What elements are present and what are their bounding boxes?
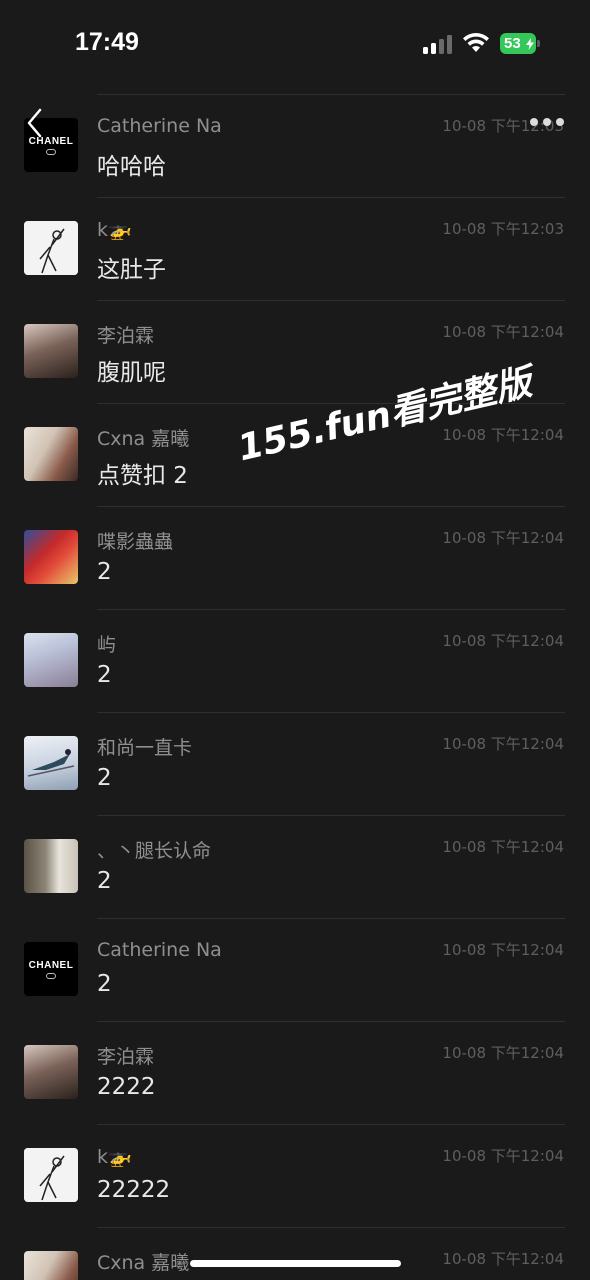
comment-text: 这肚子: [97, 257, 166, 283]
comment-list[interactable]: CHANEL Catherine Na 哈哈哈 10-08 下午12:03 k🚁…: [0, 95, 590, 1280]
comment-row[interactable]: CHANEL Catherine Na 哈哈哈 10-08 下午12:03: [0, 95, 590, 198]
skier-icon: [27, 749, 75, 777]
commenter-name[interactable]: 李泊霖: [97, 321, 154, 348]
back-arrow-icon[interactable]: [24, 107, 46, 139]
commenter-name[interactable]: 喋影蟲蟲: [97, 527, 173, 554]
status-time: 17:49: [75, 28, 139, 56]
comment-time: 10-08 下午12:04: [442, 323, 564, 341]
commenter-name[interactable]: Catherine Na: [97, 939, 222, 961]
comment-text: 2: [97, 765, 112, 791]
comment-time: 10-08 下午12:04: [442, 1147, 564, 1165]
battery-indicator: 53: [500, 33, 540, 54]
comment-list-screen: 17:49 53 CHANEL Catherine Na 哈哈哈 10-08 下…: [0, 0, 590, 1280]
comment-text: 2: [97, 662, 112, 688]
commenter-name[interactable]: 、丶腿长认命: [97, 836, 211, 863]
avatar[interactable]: [24, 1045, 78, 1099]
chanel-cc-icon: [46, 148, 56, 155]
sketch-figure-icon: [24, 1148, 78, 1202]
sketch-figure-icon: [24, 221, 78, 275]
status-bar: 17:49 53: [0, 0, 590, 90]
wifi-icon: [463, 32, 489, 52]
comment-time: 10-08 下午12:04: [442, 1044, 564, 1062]
avatar[interactable]: [24, 633, 78, 687]
avatar[interactable]: [24, 736, 78, 790]
commenter-name[interactable]: 屿: [97, 630, 116, 657]
comment-time: 10-08 下午12:03: [442, 220, 564, 238]
comment-text: 22222: [97, 1177, 171, 1203]
comment-time: 10-08 下午12:04: [442, 941, 564, 959]
comment-row[interactable]: k🚁 这肚子 10-08 下午12:03: [0, 198, 590, 301]
more-options-icon[interactable]: [530, 115, 566, 129]
comment-time: 10-08 下午12:04: [442, 838, 564, 856]
comment-time: 10-08 下午12:04: [442, 426, 564, 444]
avatar[interactable]: [24, 530, 78, 584]
comment-text: 2: [97, 971, 112, 997]
comment-time: 10-08 下午12:04: [442, 632, 564, 650]
comment-time: 10-08 下午12:04: [442, 1250, 564, 1268]
chanel-cc-icon: [46, 972, 56, 979]
charging-bolt-icon: [526, 38, 534, 50]
comment-time: 10-08 下午12:04: [442, 735, 564, 753]
comment-row[interactable]: 李泊霖 2222 10-08 下午12:04: [0, 1022, 590, 1125]
comment-row[interactable]: 屿 2 10-08 下午12:04: [0, 610, 590, 713]
comment-text: 2: [97, 559, 112, 585]
commenter-name[interactable]: Catherine Na: [97, 115, 222, 137]
comment-row[interactable]: Cxna 嘉曦 10-08 下午12:04: [0, 1228, 590, 1280]
avatar[interactable]: [24, 427, 78, 481]
home-indicator[interactable]: [190, 1260, 401, 1267]
avatar[interactable]: CHANEL: [24, 942, 78, 996]
comment-row[interactable]: k🚁 22222 10-08 下午12:04: [0, 1125, 590, 1228]
comment-row[interactable]: 喋影蟲蟲 2 10-08 下午12:04: [0, 507, 590, 610]
comment-text: 2222: [97, 1074, 156, 1100]
avatar[interactable]: [24, 324, 78, 378]
avatar[interactable]: [24, 1148, 78, 1202]
avatar[interactable]: [24, 221, 78, 275]
comment-time: 10-08 下午12:04: [442, 529, 564, 547]
battery-level: 53: [504, 35, 521, 52]
comment-row[interactable]: 、丶腿长认命 2 10-08 下午12:04: [0, 816, 590, 919]
comment-text: 腹肌呢: [97, 360, 166, 386]
commenter-name[interactable]: 李泊霖: [97, 1042, 154, 1069]
commenter-name[interactable]: Cxna 嘉曦: [97, 1248, 189, 1275]
comment-text: 点赞扣 2: [97, 463, 188, 489]
avatar[interactable]: [24, 1251, 78, 1280]
comment-row[interactable]: 和尚一直卡 2 10-08 下午12:04: [0, 713, 590, 816]
comment-row[interactable]: CHANEL Catherine Na 2 10-08 下午12:04: [0, 919, 590, 1022]
chanel-logo-text: CHANEL: [28, 959, 74, 971]
commenter-name[interactable]: 和尚一直卡: [97, 733, 192, 760]
commenter-name[interactable]: k🚁: [97, 1145, 132, 1168]
avatar[interactable]: [24, 839, 78, 893]
comment-text: 2: [97, 868, 112, 894]
commenter-name[interactable]: k🚁: [97, 218, 132, 241]
commenter-name[interactable]: Cxna 嘉曦: [97, 424, 189, 451]
comment-text: 哈哈哈: [97, 154, 166, 180]
cellular-signal-icon: [423, 34, 453, 54]
